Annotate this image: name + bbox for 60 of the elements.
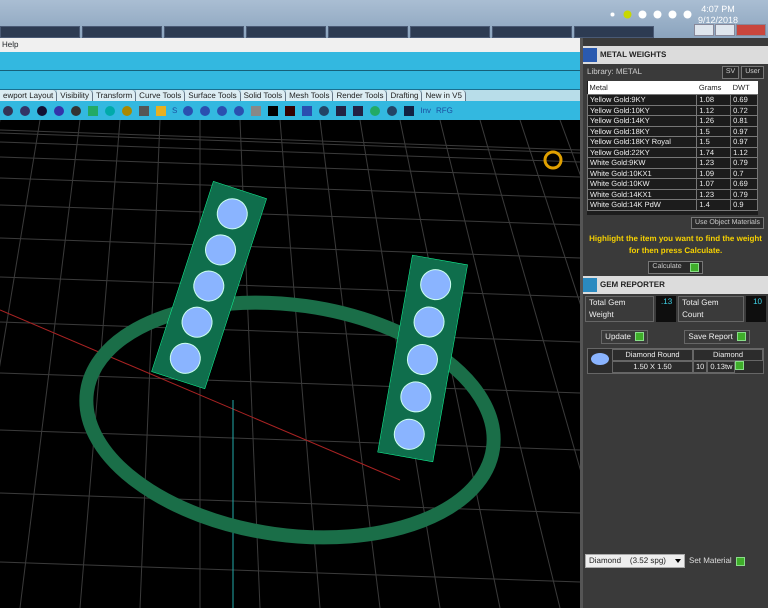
- play-icon: [736, 556, 745, 566]
- panel-title: GEM REPORTER: [600, 278, 665, 290]
- taskbar-button[interactable]: [246, 26, 326, 38]
- weight-value: .13: [656, 296, 676, 322]
- maximize-button[interactable]: [715, 24, 735, 36]
- tab[interactable]: Curve Tools: [136, 90, 186, 101]
- toolbar-icon[interactable]: [267, 104, 280, 116]
- toolbar-icon[interactable]: [53, 104, 65, 116]
- toolbar-icon[interactable]: [403, 104, 416, 116]
- tab[interactable]: Transform: [93, 90, 136, 101]
- material-dropdown[interactable]: Diamond (3.52 spg): [585, 554, 685, 568]
- instruction-text: Highlight the item you want to find the weight for then press Calculate.: [588, 233, 763, 257]
- count-label: Total Gem Count: [678, 296, 744, 322]
- tab[interactable]: New in V5: [422, 90, 466, 101]
- toolbar-label: Inv: [420, 104, 432, 116]
- tab[interactable]: Visibility: [57, 90, 94, 101]
- report-button[interactable]: Update: [601, 330, 648, 344]
- toolbar-icon[interactable]: [352, 104, 364, 116]
- weight-label: Total Gem Weight: [585, 296, 654, 322]
- close-button[interactable]: [736, 24, 766, 36]
- taskbar-button[interactable]: [492, 26, 572, 38]
- button-label: Update: [605, 330, 631, 342]
- clock-date: 9/12/2018: [698, 15, 738, 26]
- tab[interactable]: Solid Tools: [240, 90, 286, 101]
- dropdown-value: Diamond (3.52 spg): [589, 555, 666, 567]
- taskbar-button[interactable]: [164, 26, 244, 38]
- circle-icon[interactable]: [622, 9, 632, 21]
- button-label: Set Material: [689, 555, 732, 567]
- toolbar-label: RFG: [436, 104, 453, 116]
- menu-item[interactable]: Help: [2, 40, 18, 49]
- count-value: 10: [746, 296, 766, 322]
- clock-time: 4:07 PM: [700, 4, 736, 15]
- toolbar-icon[interactable]: [36, 104, 48, 116]
- panel-title: METAL WEIGHTS: [600, 49, 666, 61]
- set-material-button[interactable]: Set Material: [689, 555, 745, 567]
- tab[interactable]: Mesh Tools: [286, 90, 334, 101]
- tab[interactable]: Render Tools: [333, 90, 388, 101]
- play-icon: [690, 262, 699, 272]
- tab[interactable]: ewport Layout: [0, 90, 58, 101]
- taskbar-button[interactable]: [574, 26, 654, 38]
- library-label: Library: METAL: [587, 66, 642, 78]
- tab[interactable]: Surface Tools: [185, 90, 241, 101]
- play-icon: [634, 332, 644, 341]
- taskbar-button[interactable]: [328, 26, 408, 38]
- button-label: Save Report: [688, 330, 733, 342]
- tab[interactable]: Drafting: [387, 90, 422, 101]
- report-button[interactable]: Save Report: [684, 330, 750, 344]
- taskbar-button[interactable]: [82, 26, 162, 38]
- toolbar-icon[interactable]: [335, 104, 348, 116]
- toolbar-label: S: [172, 104, 178, 116]
- taskbar-button[interactable]: [410, 26, 490, 38]
- toolbar-icon[interactable]: [70, 104, 82, 116]
- toolbar-icon[interactable]: [284, 104, 296, 116]
- taskbar-button[interactable]: [0, 26, 80, 38]
- toolbar-icon[interactable]: [318, 104, 330, 116]
- minimize-button[interactable]: [694, 24, 714, 36]
- play-icon: [736, 332, 746, 341]
- toolbar-icon[interactable]: [2, 104, 14, 116]
- toolbar-icon[interactable]: [386, 104, 398, 116]
- toolbar-icon[interactable]: [19, 104, 31, 116]
